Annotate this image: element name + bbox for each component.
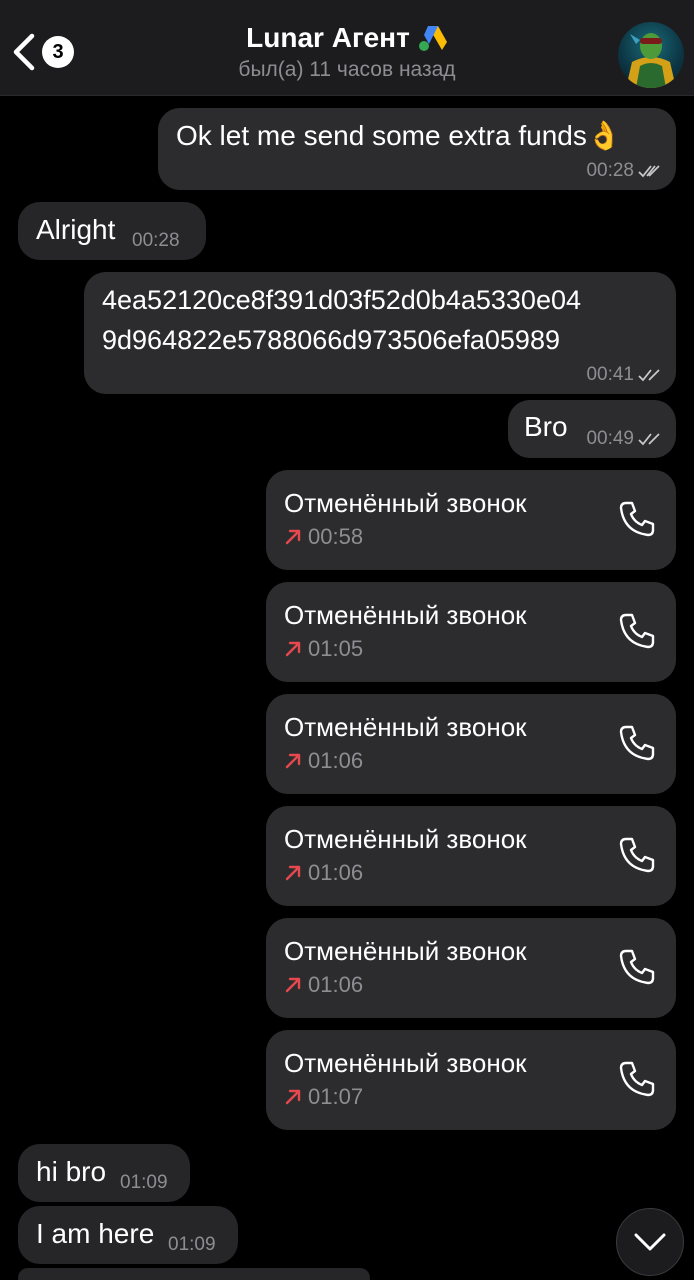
phone-icon[interactable] — [616, 834, 658, 876]
message-text-line: 9d964822e5788066d973506efa05989 — [102, 325, 560, 355]
outgoing-call-arrow-icon — [285, 1089, 301, 1105]
call-info: 01:05 — [284, 636, 363, 662]
outgoing-call-arrow-icon — [285, 865, 301, 881]
phone-icon[interactable] — [616, 610, 658, 652]
outgoing-call-arrow-icon — [285, 977, 301, 993]
call-bubble[interactable]: Отменённый звонок 01:06 — [266, 806, 676, 906]
call-bubble[interactable]: Отменённый звонок 01:07 — [266, 1030, 676, 1130]
message-bubble-incoming[interactable]: Alright 00:28 — [18, 202, 206, 260]
call-time: 01:05 — [308, 636, 364, 661]
call-time: 01:07 — [308, 1084, 364, 1109]
message-time: 00:28 — [586, 160, 634, 181]
call-label: Отменённый звонок — [284, 712, 527, 742]
phone-icon[interactable] — [616, 1058, 658, 1100]
message-time: 01:09 — [120, 1172, 168, 1193]
message-text: Alright — [36, 214, 116, 245]
message-text: hi bro — [36, 1156, 107, 1187]
call-time: 01:06 — [308, 972, 364, 997]
call-time: 01:06 — [308, 860, 364, 885]
phone-icon[interactable] — [616, 722, 658, 764]
read-checkmarks-icon — [638, 433, 660, 446]
message-bubble-incoming[interactable]: hi bro 01:09 — [18, 1144, 190, 1202]
call-time: 01:06 — [308, 748, 364, 773]
call-label: Отменённый звонок — [284, 488, 527, 518]
call-label: Отменённый звонок — [284, 824, 527, 854]
avatar[interactable] — [618, 22, 684, 88]
call-bubble[interactable]: Отменённый звонок 01:06 — [266, 918, 676, 1018]
phone-icon[interactable] — [616, 946, 658, 988]
call-label: Отменённый звонок — [284, 600, 527, 630]
scroll-to-bottom-button[interactable] — [616, 1208, 684, 1276]
message-text: Bro — [524, 411, 568, 442]
chat-title: Lunar Агент — [246, 22, 410, 53]
message-meta: 00:49 — [586, 428, 664, 450]
call-label: Отменённый звонок — [284, 1048, 527, 1078]
message-text: I am here — [36, 1218, 155, 1249]
back-button[interactable]: 3 — [10, 26, 82, 78]
unread-count-badge: 3 — [42, 36, 74, 68]
message-time: 01:09 — [168, 1234, 216, 1255]
chevron-down-icon — [634, 1233, 666, 1251]
outgoing-call-arrow-icon — [285, 753, 301, 769]
message-meta: 00:28 — [586, 160, 664, 182]
call-info: 01:06 — [284, 748, 363, 774]
chat-title-area[interactable]: Lunar Агент был(а) 11 часов назад — [150, 22, 544, 82]
avatar-hero-icon — [626, 33, 676, 88]
message-bubble-outgoing[interactable]: Ok let me send some extra funds👌 00:28 — [158, 108, 676, 190]
message-text-line: 4ea52120ce8f391d03f52d0b4a5330e04 — [102, 285, 581, 315]
message-time: 00:49 — [586, 428, 634, 449]
call-info: 00:58 — [284, 524, 363, 550]
call-info: 01:06 — [284, 860, 363, 886]
chat-header: 3 Lunar Агент был(а) 11 часов назад — [0, 0, 694, 96]
message-time: 00:41 — [586, 364, 634, 385]
call-bubble[interactable]: Отменённый звонок 01:05 — [266, 582, 676, 682]
message-bubble-incoming-partial[interactable] — [18, 1268, 370, 1280]
read-checkmarks-icon — [638, 369, 660, 382]
call-info: 01:07 — [284, 1084, 363, 1110]
call-bubble[interactable]: Отменённый звонок 00:58 — [266, 470, 676, 570]
read-checkmarks-icon — [638, 165, 660, 178]
outgoing-call-arrow-icon — [285, 641, 301, 657]
chevron-left-icon — [13, 33, 35, 71]
call-bubble[interactable]: Отменённый звонок 01:06 — [266, 694, 676, 794]
message-text: Ok let me send some extra funds👌 — [176, 120, 622, 151]
outgoing-call-arrow-icon — [285, 529, 301, 545]
call-time: 00:58 — [308, 524, 364, 549]
call-info: 01:06 — [284, 972, 363, 998]
last-seen-status: был(а) 11 часов назад — [238, 58, 456, 81]
message-meta: 00:41 — [586, 364, 664, 386]
message-bubble-outgoing[interactable]: 4ea52120ce8f391d03f52d0b4a5330e04 9d9648… — [84, 272, 676, 394]
message-bubble-outgoing[interactable]: Bro 00:49 — [508, 400, 676, 458]
google-ads-icon — [418, 26, 447, 51]
message-time: 00:28 — [132, 230, 180, 251]
phone-icon[interactable] — [616, 498, 658, 540]
call-label: Отменённый звонок — [284, 936, 527, 966]
message-bubble-incoming[interactable]: I am here 01:09 — [18, 1206, 238, 1264]
